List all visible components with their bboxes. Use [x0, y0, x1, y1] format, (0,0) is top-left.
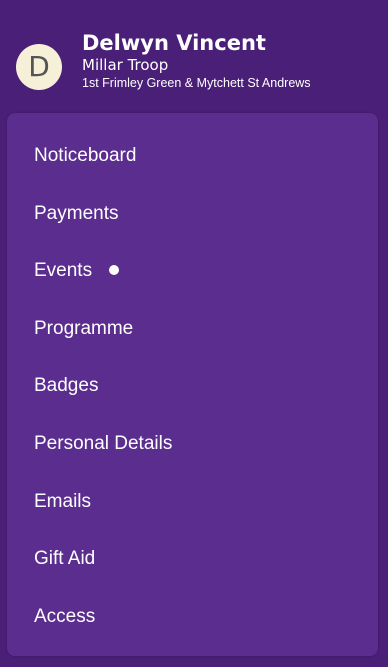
avatar[interactable]: D: [16, 44, 62, 90]
menu-item-noticeboard[interactable]: Noticeboard: [34, 141, 136, 171]
menu-item-gift-aid[interactable]: Gift Aid: [34, 544, 95, 574]
menu-item-label: Noticeboard: [34, 145, 137, 166]
menu-item-label: Emails: [34, 491, 92, 512]
menu-item-personal-details[interactable]: Personal Details: [34, 429, 172, 459]
user-name: Delwyn Vincent: [82, 31, 266, 55]
menu-item-access[interactable]: Access: [34, 602, 95, 632]
menu-item-label: Gift Aid: [34, 548, 96, 569]
troop-name: Millar Troop: [82, 56, 169, 74]
menu-item-payments[interactable]: Payments: [34, 199, 118, 229]
menu-item-emails[interactable]: Emails: [34, 487, 91, 517]
menu-item-label: Programme: [34, 318, 134, 339]
menu-item-badges[interactable]: Badges: [34, 371, 98, 401]
menu-item-programme[interactable]: Programme: [34, 314, 133, 344]
group-name: 1st Frimley Green & Mytchett St Andrews: [82, 76, 311, 90]
navigation-menu: Noticeboard Payments Events Programme Ba…: [7, 113, 378, 656]
menu-item-label: Personal Details: [34, 433, 173, 454]
menu-item-label: Payments: [34, 203, 119, 224]
menu-item-label: Events: [34, 260, 93, 281]
menu-item-events[interactable]: Events: [34, 256, 120, 286]
user-header: D Delwyn Vincent Millar Troop 1st Frimle…: [0, 0, 388, 112]
menu-item-label: Badges: [34, 375, 99, 396]
menu-item-label: Access: [34, 606, 96, 627]
notification-dot-icon: [109, 264, 120, 275]
